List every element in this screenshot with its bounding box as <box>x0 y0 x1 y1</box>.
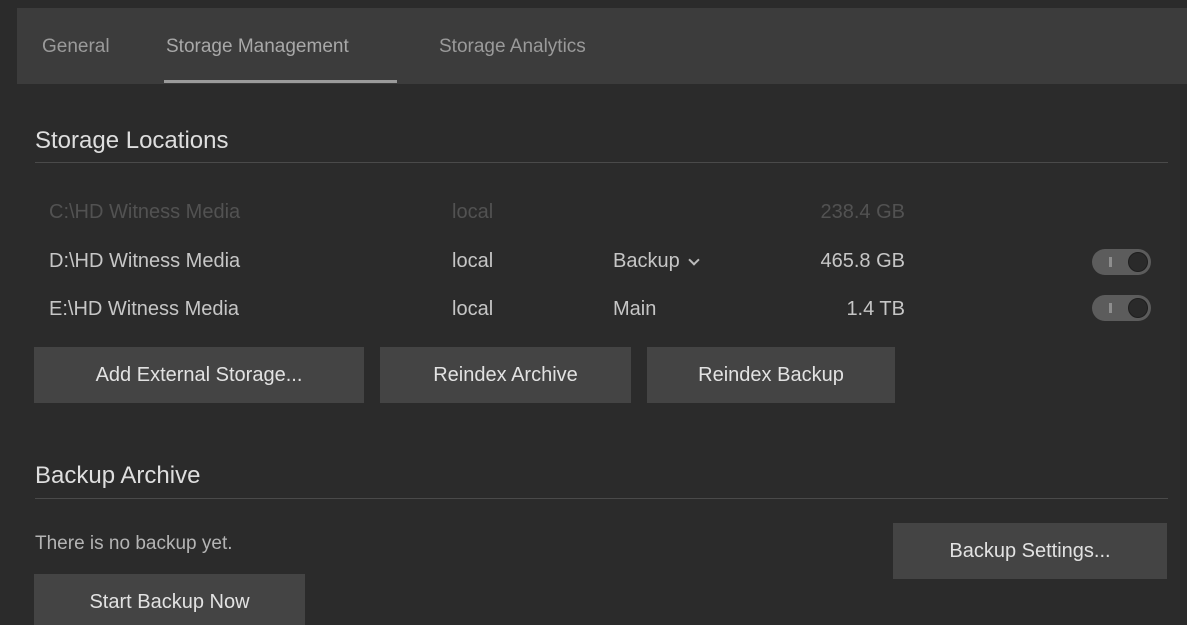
storage-management-panel: Storage Locations C:\HD Witness Media lo… <box>17 84 1187 625</box>
tab-storage-analytics[interactable]: Storage Analytics <box>439 36 586 58</box>
top-strip <box>0 0 1187 8</box>
tab-general[interactable]: General <box>42 36 110 58</box>
tab-bar: General Storage Management Storage Analy… <box>17 8 1187 84</box>
storage-size: 465.8 GB <box>820 250 905 272</box>
backup-settings-button[interactable]: Backup Settings... <box>893 523 1167 579</box>
reindex-archive-button[interactable]: Reindex Archive <box>380 347 631 403</box>
storage-locations-divider <box>35 162 1168 163</box>
storage-enabled-toggle[interactable] <box>1092 249 1151 275</box>
storage-locations-title: Storage Locations <box>35 127 229 154</box>
storage-size: 238.4 GB <box>820 201 905 223</box>
chevron-down-icon <box>688 253 700 266</box>
storage-type: local <box>452 250 494 272</box>
add-external-storage-button[interactable]: Add External Storage... <box>34 347 364 403</box>
active-tab-indicator <box>164 80 397 83</box>
backup-status-text: There is no backup yet. <box>35 533 233 554</box>
toggle-on-mark <box>1109 303 1112 313</box>
toggle-knob <box>1128 252 1148 272</box>
storage-size: 1.4 TB <box>846 298 905 320</box>
storage-role-value: Backup <box>613 250 680 272</box>
storage-role-dropdown[interactable]: Backup <box>613 250 700 273</box>
storage-enabled-toggle[interactable] <box>1092 295 1151 321</box>
storage-path: C:\HD Witness Media <box>49 201 241 223</box>
storage-path: E:\HD Witness Media <box>49 298 240 320</box>
storage-type: local <box>452 298 494 320</box>
toggle-knob <box>1128 298 1148 318</box>
backup-archive-divider <box>35 498 1168 499</box>
storage-role: Main <box>613 298 657 320</box>
storage-path: D:\HD Witness Media <box>49 250 241 272</box>
start-backup-now-button[interactable]: Start Backup Now <box>34 574 305 625</box>
reindex-backup-button[interactable]: Reindex Backup <box>647 347 895 403</box>
storage-type: local <box>452 201 494 223</box>
tab-storage-management[interactable]: Storage Management <box>166 36 349 58</box>
toggle-on-mark <box>1109 257 1112 267</box>
backup-archive-title: Backup Archive <box>35 462 201 489</box>
